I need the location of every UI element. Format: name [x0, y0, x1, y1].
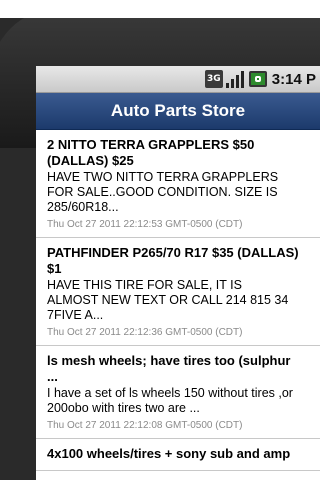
listing-description: HAVE TWO NITTO TERRA GRAPPLERS FOR SALE.… — [47, 170, 279, 214]
listing-title: 4x100 wheels/tires + sony sub and amp — [47, 446, 291, 461]
listing-item[interactable]: 4x100 wheels/tires + sony sub and amp — [36, 439, 320, 471]
app-title-bar: Auto Parts Store — [36, 93, 320, 130]
network-3g-icon: 3G — [204, 70, 223, 88]
phone-screen: 3G 3:14 P Auto Parts Store 2 NITTO TERRA… — [36, 66, 320, 480]
bezel-top — [0, 0, 320, 18]
listing-description: HAVE THIS TIRE FOR SALE, IT IS ALMOST NE… — [47, 278, 289, 322]
app-title: Auto Parts Store — [110, 101, 246, 120]
listing-description: I have a set of ls wheels 150 without ti… — [47, 386, 293, 415]
listing-title: PATHFINDER P265/70 R17 $35 (DALLAS) $1 — [47, 245, 299, 276]
listing-title: ls mesh wheels; have tires too (sulphur … — [47, 353, 291, 384]
status-icons: 3G 3:14 P — [204, 70, 316, 88]
listing-date: Thu Oct 27 2011 22:12:53 GMT-0500 (CDT) — [47, 219, 243, 230]
status-bar: 3G 3:14 P — [36, 66, 320, 93]
phone-bezel: 3G 3:14 P Auto Parts Store 2 NITTO TERRA… — [0, 0, 320, 480]
listing-title: 2 NITTO TERRA GRAPPLERS $50 (DALLAS) $25 — [47, 137, 255, 168]
listing-date: Thu Oct 27 2011 22:12:36 GMT-0500 (CDT) — [47, 327, 243, 338]
signal-strength-icon — [225, 70, 246, 88]
status-clock: 3:14 P — [271, 70, 316, 88]
battery-icon — [248, 71, 267, 87]
listing-date: Thu Oct 27 2011 22:12:08 GMT-0500 (CDT) — [47, 420, 243, 431]
listing-item[interactable]: 2 NITTO TERRA GRAPPLERS $50 (DALLAS) $25… — [36, 130, 320, 238]
listing-item[interactable]: PATHFINDER P265/70 R17 $35 (DALLAS) $1 H… — [36, 238, 320, 346]
listing-item[interactable]: ls mesh wheels; have tires too (sulphur … — [36, 346, 320, 439]
listing-list: 2 NITTO TERRA GRAPPLERS $50 (DALLAS) $25… — [36, 130, 320, 471]
